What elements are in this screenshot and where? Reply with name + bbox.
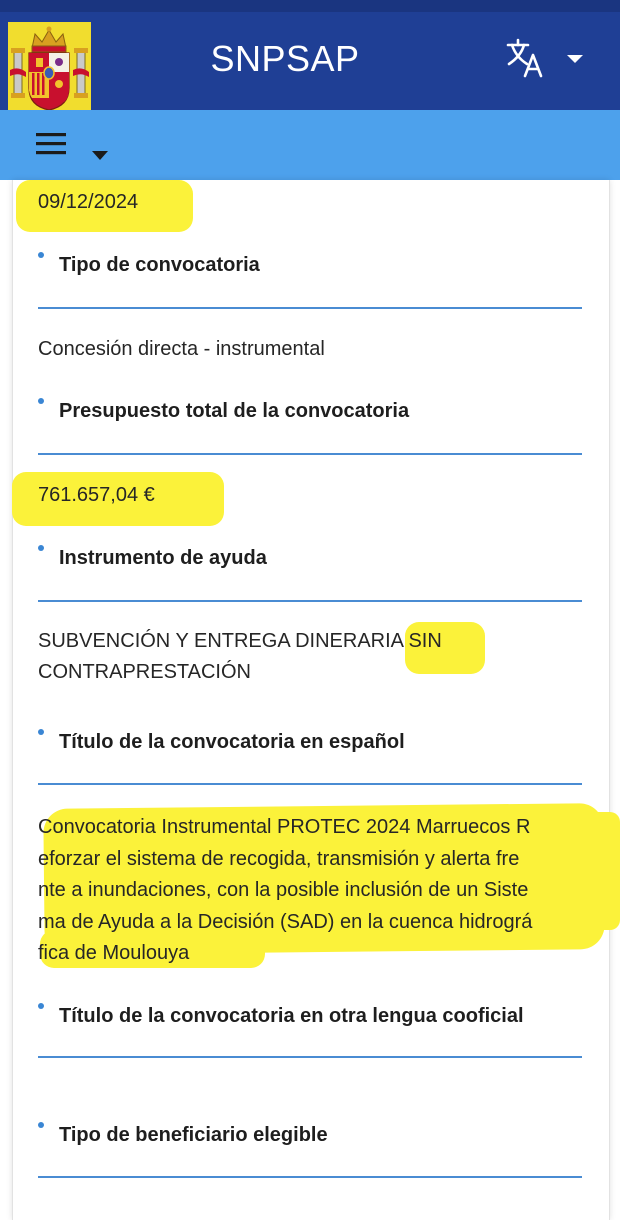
bullet-icon xyxy=(38,252,44,258)
translate-icon[interactable] xyxy=(506,38,544,78)
divider xyxy=(38,600,582,602)
bullet-icon xyxy=(38,545,44,551)
divider xyxy=(38,1056,582,1058)
divider xyxy=(38,1176,582,1178)
app-header: SNPSAP xyxy=(0,0,620,115)
caret-down-icon[interactable] xyxy=(566,52,584,64)
bullet-icon xyxy=(38,398,44,404)
bullet-icon xyxy=(38,1122,44,1128)
presupuesto-value: 761.657,04 € xyxy=(38,484,155,506)
bullet-icon xyxy=(38,1003,44,1009)
divider xyxy=(38,783,582,785)
field-label-instrumento: Instrumento de ayuda xyxy=(38,545,267,570)
tipo-convocatoria-value: Concesión directa - instrumental xyxy=(38,338,325,360)
field-label-tipo-beneficiario: Tipo de beneficiario elegible xyxy=(38,1122,328,1147)
date-value: 09/12/2024 xyxy=(38,191,139,213)
field-label-presupuesto: Presupuesto total de la convocatoria xyxy=(38,398,409,423)
app-title: SNPSAP xyxy=(210,38,360,79)
hamburger-menu-icon[interactable] xyxy=(36,131,66,157)
bullet-icon xyxy=(38,729,44,735)
divider xyxy=(38,307,582,309)
nav-bar xyxy=(0,110,620,180)
field-label-titulo-cooficial: Título de la convocatoria en otra lengua… xyxy=(38,1003,524,1028)
instrumento-value: SUBVENCIÓN Y ENTREGA DINERARIA SIN CONTR… xyxy=(38,630,442,683)
field-label-titulo-espanol: Título de la convocatoria en español xyxy=(38,729,405,754)
caret-down-icon[interactable] xyxy=(92,148,108,160)
titulo-espanol-value: Convocatoria Instrumental PROTEC 2024 Ma… xyxy=(38,816,533,964)
divider xyxy=(38,453,582,455)
field-label-tipo-convocatoria: Tipo de convocatoria xyxy=(38,252,260,277)
